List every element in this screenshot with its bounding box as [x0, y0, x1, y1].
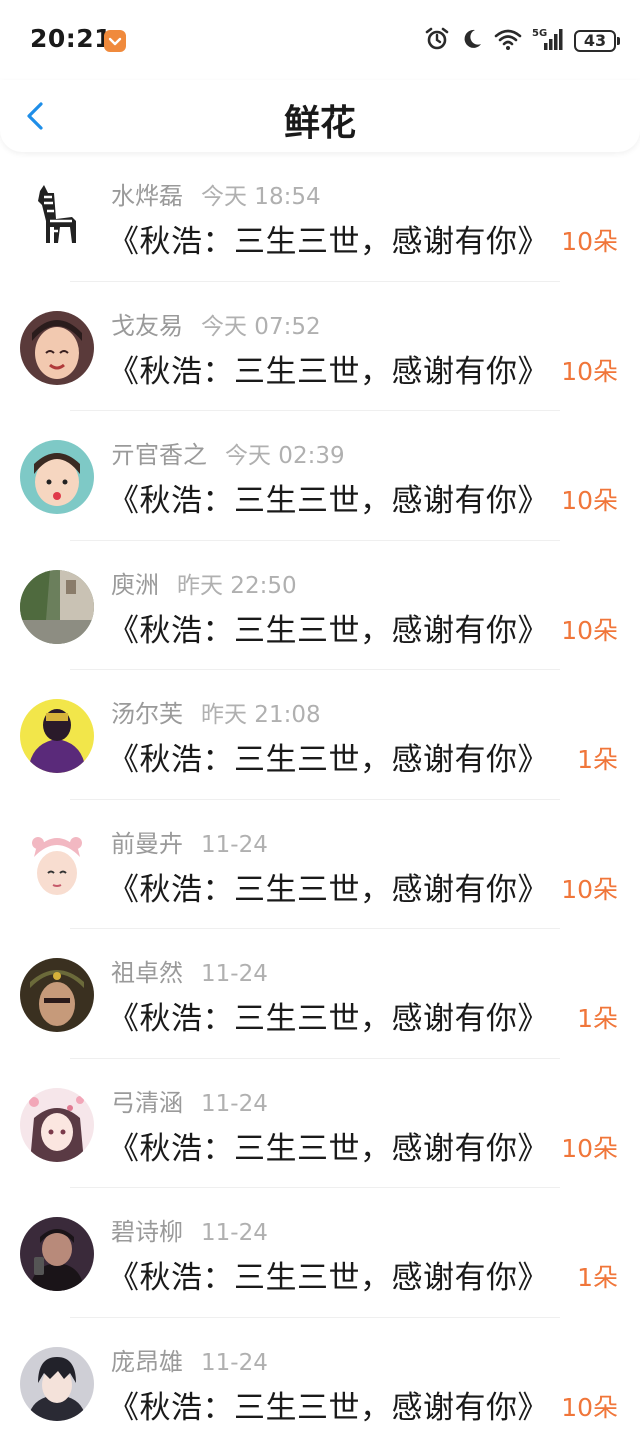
avatar[interactable] [20, 1217, 94, 1291]
sender-name: 祖卓然 [111, 959, 183, 987]
avatar[interactable] [20, 829, 94, 903]
street-photo-avatar-icon [20, 570, 94, 644]
sender-name: 戈友易 [111, 312, 183, 340]
person-purple-avatar-icon [20, 699, 94, 773]
sender-name: 碧诗柳 [111, 1218, 183, 1246]
alarm-icon [424, 26, 450, 56]
child-photo-avatar-icon [20, 440, 94, 514]
avatar[interactable] [20, 440, 94, 514]
avatar[interactable] [20, 570, 94, 644]
avatar[interactable] [20, 699, 94, 773]
send-time: 11-24 [201, 961, 268, 987]
list-item[interactable]: 水烨磊今天 18:54 《秋浩：三生三世，感谢有你》 10朵 [0, 152, 640, 282]
flower-count: 10朵 [561, 222, 618, 258]
sender-name: 水烨磊 [111, 182, 183, 210]
app-notification-icon [104, 30, 126, 52]
status-bar: 20:21 5G [0, 0, 640, 80]
gift-title[interactable]: 《秋浩：三生三世，感谢有你》 [108, 993, 549, 1038]
gift-title[interactable]: 《秋浩：三生三世，感谢有你》 [108, 216, 549, 261]
flower-list: 水烨磊今天 18:54 《秋浩：三生三世，感谢有你》 10朵 戈友易今天 07:… [0, 152, 640, 1447]
gift-title[interactable]: 《秋浩：三生三世，感谢有你》 [108, 1252, 549, 1297]
avatar[interactable] [20, 181, 94, 255]
list-item[interactable]: 庞昂雄 11-24 《秋浩：三生三世，感谢有你》 10朵 [0, 1318, 640, 1447]
flower-count: 10朵 [561, 1388, 618, 1424]
gift-title[interactable]: 《秋浩：三生三世，感谢有你》 [108, 475, 549, 520]
list-item[interactable]: 祖卓然 11-24 《秋浩：三生三世，感谢有你》 1朵 [0, 929, 640, 1059]
battery-icon: 43 [574, 30, 616, 52]
gift-title[interactable]: 《秋浩：三生三世，感谢有你》 [108, 1123, 549, 1168]
girl-pink-hat-avatar-icon [20, 829, 94, 903]
svg-text:5G: 5G [532, 28, 547, 39]
send-time: 11-24 [201, 1091, 268, 1117]
flower-count: 10朵 [561, 352, 618, 388]
nav-bar: 鲜花 [0, 80, 640, 152]
anime-boy-avatar-icon [20, 1347, 94, 1421]
avatar[interactable] [20, 311, 94, 385]
flower-count: 10朵 [561, 870, 618, 906]
list-item[interactable]: 汤尔芙昨天 21:08 《秋浩：三生三世，感谢有你》 1朵 [0, 670, 640, 800]
flower-count: 1朵 [577, 999, 618, 1035]
status-time: 20:21 [30, 24, 112, 53]
sender-name: 前曼卉 [111, 830, 183, 858]
sender-name: 庞昂雄 [111, 1348, 183, 1376]
send-time: 11-24 [201, 1220, 268, 1246]
send-time: 今天 07:52 [201, 314, 321, 340]
flower-count: 1朵 [577, 1258, 618, 1294]
anime-girl-avatar-icon [20, 1088, 94, 1162]
flower-count: 10朵 [561, 611, 618, 647]
list-item[interactable]: 弓清涵 11-24 《秋浩：三生三世，感谢有你》 10朵 [0, 1059, 640, 1189]
sender-name: 庾洲 [111, 571, 159, 599]
list-item[interactable]: 亓官香之今天 02:39 《秋浩：三生三世，感谢有你》 10朵 [0, 411, 640, 541]
person-dark-avatar-icon [20, 1217, 94, 1291]
wifi-icon [494, 27, 522, 55]
send-time: 今天 02:39 [225, 443, 345, 469]
list-item[interactable]: 前曼卉 11-24 《秋浩：三生三世，感谢有你》 10朵 [0, 800, 640, 930]
status-icons: 5G 43 [424, 26, 616, 56]
send-time: 11-24 [201, 832, 268, 858]
zebra-avatar-icon [20, 181, 94, 255]
flower-count: 10朵 [561, 481, 618, 517]
sender-name: 弓清涵 [111, 1089, 183, 1117]
page-title: 鲜花 [0, 94, 640, 146]
gift-title[interactable]: 《秋浩：三生三世，感谢有你》 [108, 1382, 549, 1427]
cellular-signal-icon: 5G [532, 26, 564, 56]
flower-count: 1朵 [577, 740, 618, 776]
sender-name: 亓官香之 [111, 441, 207, 469]
send-time: 昨天 22:50 [177, 573, 297, 599]
avatar[interactable] [20, 1088, 94, 1162]
gift-title[interactable]: 《秋浩：三生三世，感谢有你》 [108, 605, 549, 650]
send-time: 11-24 [201, 1350, 268, 1376]
list-item[interactable]: 碧诗柳 11-24 《秋浩：三生三世，感谢有你》 1朵 [0, 1188, 640, 1318]
gift-title[interactable]: 《秋浩：三生三世，感谢有你》 [108, 734, 549, 779]
gift-title[interactable]: 《秋浩：三生三世，感谢有你》 [108, 346, 549, 391]
sender-name: 汤尔芙 [111, 700, 183, 728]
flower-count: 10朵 [561, 1129, 618, 1165]
soldier-avatar-icon [20, 958, 94, 1032]
moon-icon [460, 27, 484, 55]
avatar[interactable] [20, 958, 94, 1032]
gift-title[interactable]: 《秋浩：三生三世，感谢有你》 [108, 864, 549, 909]
list-item[interactable]: 庾洲昨天 22:50 《秋浩：三生三世，感谢有你》 10朵 [0, 541, 640, 671]
send-time: 昨天 21:08 [201, 702, 321, 728]
child-photo-avatar-icon [20, 311, 94, 385]
avatar[interactable] [20, 1347, 94, 1421]
list-item[interactable]: 戈友易今天 07:52 《秋浩：三生三世，感谢有你》 10朵 [0, 282, 640, 412]
send-time: 今天 18:54 [201, 184, 321, 210]
